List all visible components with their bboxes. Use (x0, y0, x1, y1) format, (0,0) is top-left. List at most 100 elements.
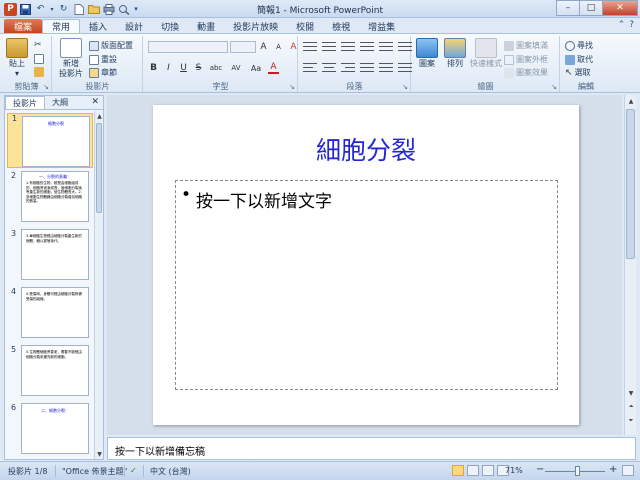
scroll-down-icon[interactable]: ▼ (95, 449, 104, 459)
tab-slides-pane[interactable]: 投影片 (5, 96, 45, 109)
grow-font-icon[interactable]: A (258, 41, 269, 53)
tab-design[interactable]: 設計 (116, 19, 152, 33)
paste-button[interactable]: 貼上 ▾ (6, 38, 28, 79)
normal-view-button[interactable] (452, 465, 464, 476)
columns-icon[interactable] (379, 62, 393, 73)
tab-insert[interactable]: 插入 (80, 19, 116, 33)
strikethrough-button[interactable]: S (193, 62, 204, 74)
theme-name[interactable]: "Office 佈景主題" (62, 466, 127, 477)
bold-button[interactable]: B (148, 62, 159, 74)
layout-button[interactable]: 版面配置 (89, 40, 133, 51)
minimize-ribbon-icon[interactable]: ⌃ (618, 20, 626, 30)
text-shadow-button[interactable]: abc (208, 62, 224, 74)
slide-sorter-view-button[interactable] (467, 465, 479, 476)
bullets-icon[interactable] (303, 41, 317, 52)
font-name-combo[interactable] (148, 41, 228, 53)
content-placeholder[interactable]: • 按一下以新增文字 (175, 180, 558, 390)
clear-format-icon[interactable]: A (288, 41, 299, 53)
scroll-down-icon[interactable]: ▼ (625, 387, 637, 399)
spelling-icon[interactable] (117, 3, 130, 16)
scroll-up-icon[interactable]: ▲ (625, 95, 637, 107)
find-button[interactable]: 尋找 (565, 40, 593, 51)
quick-styles-button[interactable]: 快速樣式 (470, 38, 502, 69)
close-pane-icon[interactable]: ✕ (91, 97, 99, 107)
tab-file[interactable]: 檔案 (4, 19, 43, 33)
help-icon[interactable]: ? (629, 20, 634, 30)
shapes-button[interactable]: 圖案 (416, 38, 438, 69)
copy-button[interactable] (34, 54, 44, 64)
underline-button[interactable]: U (178, 62, 189, 74)
slide-scrollbar[interactable]: ▲ ▼ ⏶ ⏷ (624, 95, 636, 435)
slide-thumbnail-6[interactable]: 6 二、細胞分裂： (7, 403, 93, 458)
new-slide-button[interactable]: 新增 投影片 (59, 38, 83, 79)
close-button[interactable]: ✕ (602, 0, 638, 16)
notes-pane[interactable]: 按一下以新增備忘稿 (107, 437, 636, 460)
shrink-font-icon[interactable]: A (273, 41, 284, 53)
tab-home[interactable]: 常用 (42, 19, 81, 33)
align-right-icon[interactable] (341, 62, 355, 73)
reading-view-button[interactable] (482, 465, 494, 476)
select-button[interactable]: ↖ 選取 (565, 67, 591, 78)
customize-qat-icon[interactable]: ▾ (132, 3, 140, 16)
scroll-up-icon[interactable]: ▲ (95, 111, 104, 121)
new-file-icon[interactable] (72, 3, 85, 16)
zoom-slider-thumb[interactable] (575, 466, 580, 476)
arrange-button[interactable]: 排列 (444, 38, 466, 69)
slide-title[interactable]: 細胞分裂 (153, 131, 579, 167)
paragraph-launcher-icon[interactable]: ↘ (402, 83, 408, 91)
tab-outline-pane[interactable]: 大綱 (45, 96, 75, 109)
slide-thumbnail-2[interactable]: 2 一、分裂的意義： 1.有細胞的生物，都是由細胞組成的，細胞會逐漸成長，當細胞… (7, 171, 93, 226)
zoom-out-button[interactable]: − (536, 464, 544, 475)
powerpoint-logo-icon[interactable]: P (4, 2, 17, 16)
maximize-button[interactable]: □ (579, 0, 603, 16)
cut-button[interactable]: ✂ (34, 40, 42, 50)
font-color-button[interactable]: A (268, 62, 279, 74)
font-launcher-icon[interactable]: ↘ (289, 83, 295, 91)
justify-icon[interactable] (360, 62, 374, 73)
tab-slideshow[interactable]: 投影片放映 (224, 19, 287, 33)
undo-dropdown-icon[interactable]: ▾ (49, 3, 55, 16)
previous-slide-icon[interactable]: ⏶ (625, 401, 637, 413)
save-icon[interactable] (19, 3, 32, 16)
next-slide-icon[interactable]: ⏷ (625, 415, 637, 427)
align-text-icon[interactable] (398, 62, 412, 73)
minimize-button[interactable]: – (556, 0, 580, 16)
drawing-launcher-icon[interactable]: ↘ (551, 83, 557, 91)
format-painter-button[interactable] (34, 67, 44, 77)
text-direction-icon[interactable] (398, 41, 412, 52)
tab-view[interactable]: 檢視 (323, 19, 359, 33)
reset-button[interactable]: 重設 (89, 54, 117, 65)
change-case-button[interactable]: Aa (248, 62, 264, 74)
zoom-in-button[interactable]: + (609, 464, 617, 475)
scroll-thumb[interactable] (96, 123, 102, 213)
tab-review[interactable]: 校閱 (287, 19, 323, 33)
fit-to-window-button[interactable] (622, 465, 634, 476)
slide-thumbnail-4[interactable]: 4 4.受傷時，身體可經由細胞分裂修補受傷的組織。 (7, 287, 93, 342)
font-size-combo[interactable] (230, 41, 256, 53)
slides-pane-scrollbar[interactable]: ▲ ▼ (94, 111, 103, 459)
undo-icon[interactable]: ↶ (34, 3, 47, 16)
slide-thumbnail-5[interactable]: 5 5.生物體細胞會衰老，需要不斷經由細胞分裂來補充新的細胞。 (7, 345, 93, 400)
line-spacing-icon[interactable] (379, 41, 393, 52)
language-indicator[interactable]: 中文 (台灣) (150, 466, 191, 477)
redo-icon[interactable]: ↻ (57, 3, 70, 16)
slide-thumbnail-1[interactable]: 1 細胞分裂 (7, 113, 93, 168)
open-folder-icon[interactable] (87, 3, 100, 16)
decrease-indent-icon[interactable] (341, 41, 355, 52)
shape-effects-button[interactable]: 圖案效果 (504, 67, 548, 78)
shape-outline-button[interactable]: 圖案外框 (504, 54, 548, 65)
character-spacing-button[interactable]: AV (228, 62, 244, 74)
shape-fill-button[interactable]: 圖案填滿 (504, 40, 548, 51)
spell-check-icon[interactable]: ✓ (130, 466, 137, 475)
section-button[interactable]: 章節 (89, 67, 117, 78)
clipboard-launcher-icon[interactable]: ↘ (43, 83, 49, 91)
align-center-icon[interactable] (322, 62, 336, 73)
print-preview-icon[interactable] (102, 3, 115, 16)
slide-position-indicator[interactable]: 投影片 1/8 (8, 466, 47, 477)
scroll-thumb[interactable] (626, 109, 635, 259)
tab-addins[interactable]: 增益集 (359, 19, 404, 33)
italic-button[interactable]: I (163, 62, 174, 74)
replace-button[interactable]: 取代 (565, 54, 593, 65)
paste-dropdown-arrow[interactable]: ▾ (15, 69, 19, 79)
slide-thumbnail-3[interactable]: 3 3.單細胞生物經由細胞分裂產生新的個體，藉以繁殖後代。 (7, 229, 93, 284)
